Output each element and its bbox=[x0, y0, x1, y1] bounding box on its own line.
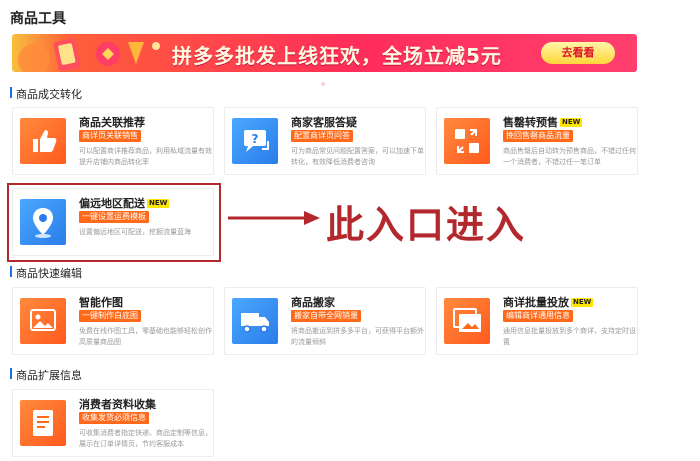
card-consumer-info[interactable]: 消费者资料收集 收集发货必须信息 可收集消费者指定快递、商品定制等信息，展示在订… bbox=[12, 389, 214, 457]
gallery-icon bbox=[444, 298, 490, 344]
card-tag: 搬家自带全网销量 bbox=[291, 310, 361, 322]
banner-text: 拼多多批发上线狂欢，全场立减5元 bbox=[172, 44, 502, 68]
promo-banner[interactable]: 拼多多批发上线狂欢，全场立减5元 去看看 bbox=[12, 34, 637, 72]
card-smart-image[interactable]: 智能作图 一键制作白底图 免费在线作图工具，零基础也能够轻松创作高质量商品图 bbox=[12, 287, 214, 355]
card-product-move[interactable]: 商品搬家 搬家自带全网销量 将商品搬运到拼多多平台，可获得平台额外的流量倾斜 bbox=[224, 287, 426, 355]
highlight-box bbox=[7, 183, 221, 262]
chat-question-icon: ? bbox=[232, 118, 278, 164]
image-icon bbox=[20, 298, 66, 344]
page-title: 商品工具 bbox=[10, 11, 66, 27]
section-title-conversion: 商品成交转化 bbox=[10, 86, 82, 102]
banner-pagination[interactable] bbox=[314, 71, 330, 86]
section-title-quick-edit: 商品快速编辑 bbox=[10, 265, 82, 281]
card-title: 商品搬家 bbox=[291, 296, 335, 309]
card-tag: 编辑商详通用信息 bbox=[503, 310, 573, 322]
swap-icon bbox=[444, 118, 490, 164]
card-desc: 商品售罄后自动转为预售商品，不错过任何一个消费者，不错过任一笔订单 bbox=[503, 147, 636, 166]
banner-dot[interactable] bbox=[321, 82, 325, 86]
card-soldout-presale[interactable]: 售罄转预售 NEW 挽回售罄商品流量 商品售罄后自动转为预售商品，不错过任何一个消… bbox=[436, 107, 638, 175]
card-tag: 收集发货必须信息 bbox=[79, 412, 149, 424]
banner-decoration-icon bbox=[18, 38, 160, 72]
new-badge: NEW bbox=[571, 298, 594, 307]
svg-text:?: ? bbox=[252, 132, 259, 146]
new-badge: NEW bbox=[560, 118, 583, 127]
truck-icon bbox=[232, 298, 278, 344]
card-related-recommend[interactable]: 商品关联推荐 商详页关联销售 可以配置商详推荐商品，利用私域流量有效提升店铺内商… bbox=[12, 107, 214, 175]
card-desc: 可收集消费者指定快递、商品定制等信息，展示在订单详情页，节约客服成本 bbox=[79, 429, 212, 448]
card-desc: 将商品搬运到拼多多平台，可获得平台额外的流量倾斜 bbox=[291, 327, 424, 346]
thumbs-up-icon bbox=[20, 118, 66, 164]
card-title: 商详批量投放 NEW bbox=[503, 296, 594, 309]
banner-dot[interactable] bbox=[314, 82, 320, 86]
document-icon bbox=[20, 400, 66, 446]
arrow-right-icon bbox=[228, 211, 320, 225]
card-title: 商品关联推荐 bbox=[79, 116, 145, 129]
card-tag: 挽回售罄商品流量 bbox=[503, 130, 573, 142]
card-desc: 可为商品常见问题配置答案，可以加速下单转化，有效降低消费者咨询 bbox=[291, 147, 424, 166]
card-tag: 商详页关联销售 bbox=[79, 130, 141, 142]
banner-go-button[interactable]: 去看看 bbox=[541, 42, 615, 64]
section-title-extend-info: 商品扩展信息 bbox=[10, 367, 82, 383]
card-title: 消费者资料收集 bbox=[79, 398, 156, 411]
card-title: 商家客服答疑 bbox=[291, 116, 357, 129]
card-detail-batch[interactable]: 商详批量投放 NEW 编辑商详通用信息 通用信息批量投放到多个商详，支持定时设置 bbox=[436, 287, 638, 355]
card-title: 智能作图 bbox=[79, 296, 123, 309]
card-tag: 一键制作白底图 bbox=[79, 310, 141, 322]
card-customer-faq[interactable]: ? 商家客服答疑 配置商详页问答 可为商品常见问题配置答案，可以加速下单转化，有… bbox=[224, 107, 426, 175]
card-tag: 配置商详页问答 bbox=[291, 130, 353, 142]
card-desc: 可以配置商详推荐商品，利用私域流量有效提升店铺内商品转化率 bbox=[79, 147, 212, 166]
card-title: 售罄转预售 NEW bbox=[503, 116, 583, 129]
annotation-callout: 此入口进入 bbox=[326, 203, 527, 247]
card-desc: 免费在线作图工具，零基础也能够轻松创作高质量商品图 bbox=[79, 327, 212, 346]
card-desc: 通用信息批量投放到多个商详，支持定时设置 bbox=[503, 327, 636, 346]
